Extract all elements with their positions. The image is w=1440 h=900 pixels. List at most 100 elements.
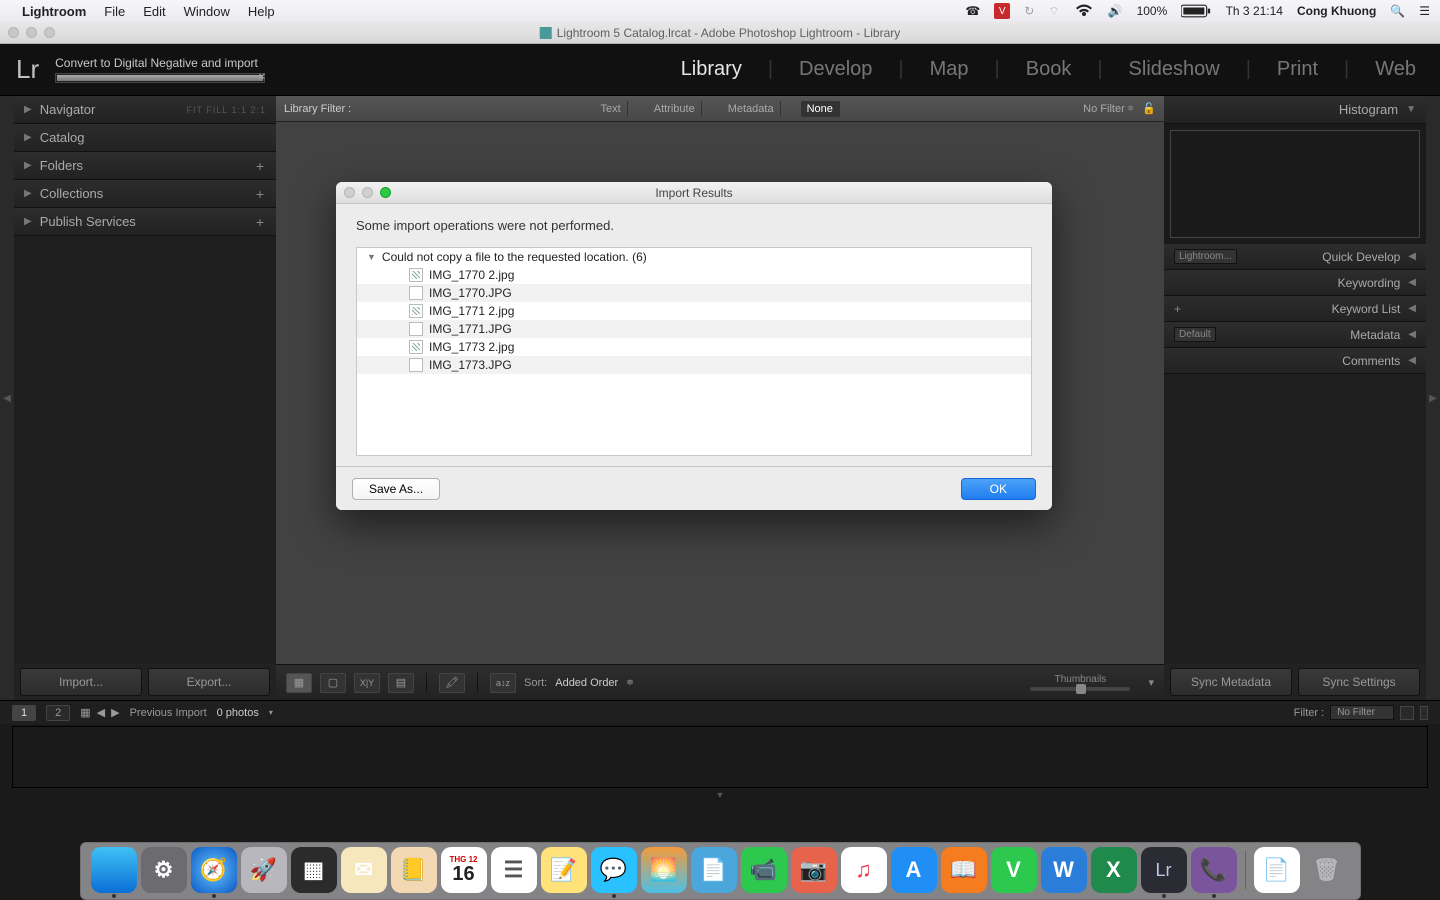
error-file-row[interactable]: IMG_1771 2.jpg — [357, 302, 1031, 320]
module-library[interactable]: Library — [681, 58, 742, 81]
sort-direction-icon[interactable]: a↕z — [490, 673, 516, 693]
ok-button[interactable]: OK — [961, 478, 1036, 500]
dock-viber[interactable]: 📞 — [1191, 847, 1237, 893]
dock-textedit[interactable]: 📄 — [1254, 847, 1300, 893]
menubar-app[interactable]: Lightroom — [22, 4, 86, 19]
filter-preset[interactable]: No Filter — [1083, 103, 1125, 115]
panel-keyword-list[interactable]: +Keyword List◀ — [1164, 296, 1426, 322]
nav-back-icon[interactable]: ◀ — [97, 706, 105, 719]
filter-attribute[interactable]: Attribute — [648, 101, 702, 117]
dock-itunes[interactable]: ♫ — [841, 847, 887, 893]
dock-safari[interactable]: 🧭 — [191, 847, 237, 893]
filmstrip-toggle[interactable]: ▼ — [0, 790, 1440, 802]
filter-lock-icon[interactable]: 🔓 — [1142, 102, 1156, 115]
dock-trash[interactable]: 🗑 — [1304, 847, 1350, 893]
panel-folders[interactable]: ▶Folders+ — [14, 152, 276, 180]
dialog-error-list[interactable]: ▼Could not copy a file to the requested … — [356, 247, 1032, 456]
user-name[interactable]: Cong Khuong — [1297, 4, 1376, 18]
filter-text[interactable]: Text — [595, 101, 628, 117]
export-button[interactable]: Export... — [148, 668, 270, 696]
panel-metadata[interactable]: DefaultMetadata◀ — [1164, 322, 1426, 348]
menu-help[interactable]: Help — [248, 4, 275, 19]
filter-metadata[interactable]: Metadata — [722, 101, 781, 117]
dock-calendar[interactable]: THG 1216 — [441, 847, 487, 893]
dock-word[interactable]: W — [1041, 847, 1087, 893]
module-slideshow[interactable]: Slideshow — [1129, 58, 1220, 81]
panel-keywording[interactable]: Keywording◀ — [1164, 270, 1426, 296]
bluetooth-icon[interactable]: ⌔ — [1048, 4, 1059, 19]
dock-lightroom[interactable]: Lr — [1141, 847, 1187, 893]
error-file-row[interactable]: IMG_1773 2.jpg — [357, 338, 1031, 356]
filmstrip[interactable] — [12, 726, 1428, 788]
sync-settings-button[interactable]: Sync Settings — [1298, 668, 1420, 696]
timemachine-icon[interactable]: ↻ — [1024, 4, 1034, 18]
panel-comments[interactable]: Comments◀ — [1164, 348, 1426, 374]
plus-icon[interactable]: + — [256, 158, 264, 174]
grid-icon[interactable]: ▦ — [80, 706, 90, 719]
viber-menubar-icon[interactable]: ☎ — [965, 4, 980, 18]
plus-icon[interactable]: + — [256, 186, 264, 202]
nav-fwd-icon[interactable]: ▶ — [111, 706, 119, 719]
dock-photos[interactable]: 🌅 — [641, 847, 687, 893]
dock-finder[interactable] — [91, 847, 137, 893]
dock-preview[interactable]: 📄 — [691, 847, 737, 893]
filter-switch-icon[interactable] — [1420, 706, 1428, 720]
spotlight-icon[interactable]: 🔍 — [1390, 4, 1405, 18]
notification-center-icon[interactable]: ☰ — [1419, 4, 1430, 18]
dock-facetime[interactable]: 📹 — [741, 847, 787, 893]
dock-settings[interactable]: ⚙ — [141, 847, 187, 893]
module-develop[interactable]: Develop — [799, 58, 872, 81]
battery-icon[interactable] — [1181, 4, 1211, 18]
panel-collections[interactable]: ▶Collections+ — [14, 180, 276, 208]
progress-bar[interactable]: ✕ — [55, 73, 265, 83]
clock[interactable]: Th 3 21:14 — [1226, 4, 1283, 18]
plus-icon[interactable]: + — [256, 214, 264, 230]
module-book[interactable]: Book — [1026, 58, 1072, 81]
filter-none[interactable]: None — [801, 101, 840, 117]
right-edge-toggle[interactable]: ▶ — [1426, 96, 1440, 700]
panel-publish[interactable]: ▶Publish Services+ — [14, 208, 276, 236]
volume-icon[interactable]: 🔊 — [1108, 4, 1123, 18]
dock-reminders[interactable]: ☰ — [491, 847, 537, 893]
wifi-icon[interactable] — [1074, 4, 1094, 18]
left-edge-toggle[interactable]: ◀ — [0, 96, 14, 700]
dock-appstore[interactable]: A — [891, 847, 937, 893]
dock-mission[interactable]: ▦ — [291, 847, 337, 893]
thumbnail-size-slider[interactable] — [1030, 687, 1130, 691]
module-map[interactable]: Map — [930, 58, 969, 81]
v-menubar-icon[interactable]: V — [994, 3, 1010, 19]
view-grid-icon[interactable]: ▦ — [286, 673, 312, 693]
progress-cancel-icon[interactable]: ✕ — [258, 72, 266, 83]
dock-notes[interactable]: 📝 — [541, 847, 587, 893]
dock-contacts[interactable]: 📒 — [391, 847, 437, 893]
module-web[interactable]: Web — [1375, 58, 1416, 81]
module-print[interactable]: Print — [1277, 58, 1318, 81]
error-file-row[interactable]: IMG_1773.JPG — [357, 356, 1031, 374]
error-file-row[interactable]: IMG_1770 2.jpg — [357, 266, 1031, 284]
navigator-zoom-presets[interactable]: FIT FILL 1:1 2:1 — [186, 105, 266, 115]
dock-launchpad[interactable]: 🚀 — [241, 847, 287, 893]
filmstrip-count[interactable]: 0 photos — [217, 707, 259, 719]
dock-messages[interactable]: 💬 — [591, 847, 637, 893]
dock-mail[interactable]: ✉ — [341, 847, 387, 893]
view-compare-icon[interactable]: X|Y — [354, 673, 380, 693]
view-survey-icon[interactable]: ▤ — [388, 673, 414, 693]
panel-quick-develop[interactable]: Lightroom...Quick Develop◀ — [1164, 244, 1426, 270]
menu-window[interactable]: Window — [184, 4, 230, 19]
sort-menu-icon[interactable]: ≑ — [626, 677, 634, 688]
screen-badge-2[interactable]: 2 — [46, 705, 70, 721]
menu-edit[interactable]: Edit — [143, 4, 165, 19]
menu-file[interactable]: File — [104, 4, 125, 19]
panel-catalog[interactable]: ▶Catalog — [14, 124, 276, 152]
traffic-lights[interactable] — [8, 27, 55, 38]
import-button[interactable]: Import... — [20, 668, 142, 696]
painter-icon[interactable]: 🖍 — [439, 673, 465, 693]
save-as-button[interactable]: Save As... — [352, 478, 440, 500]
view-loupe-icon[interactable]: ▢ — [320, 673, 346, 693]
dock-vapp[interactable]: V — [991, 847, 1037, 893]
panel-histogram[interactable]: Histogram ▼ — [1164, 96, 1426, 124]
error-group-row[interactable]: ▼Could not copy a file to the requested … — [357, 248, 1031, 266]
filmstrip-filter-select[interactable]: No Filter — [1330, 705, 1394, 720]
dialog-traffic-lights[interactable] — [344, 187, 391, 198]
filter-flag-icon[interactable] — [1400, 706, 1414, 720]
